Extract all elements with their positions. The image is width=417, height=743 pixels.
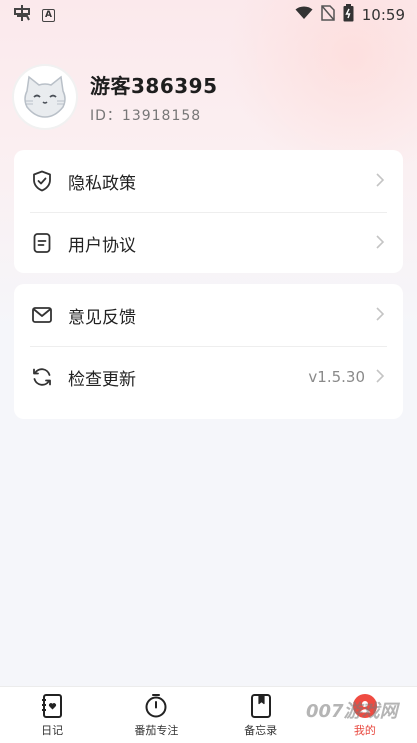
tab-label: 日记 bbox=[41, 724, 64, 737]
app-version: v1.5.30 bbox=[308, 368, 365, 386]
chevron-right-icon bbox=[376, 369, 385, 383]
tab-pomodoro[interactable]: 番茄专注 bbox=[104, 687, 208, 743]
document-icon bbox=[30, 231, 54, 255]
battery-icon bbox=[343, 4, 354, 26]
menu-item-label: 用户协议 bbox=[68, 235, 136, 256]
status-time: 10:59 bbox=[361, 6, 405, 24]
menu-item-user-agreement[interactable]: 用户协议 bbox=[14, 212, 403, 274]
tab-memo[interactable]: 备忘录 bbox=[209, 687, 313, 743]
shield-check-icon bbox=[30, 169, 54, 193]
cat-avatar-icon bbox=[24, 75, 66, 118]
chevron-right-icon bbox=[376, 235, 385, 249]
tab-label: 番茄专注 bbox=[134, 724, 179, 737]
profile-header[interactable]: 游客386395 ID：13918158 bbox=[14, 64, 218, 130]
tab-diary[interactable]: 日记 bbox=[0, 687, 104, 743]
settings-card-legal: 隐私政策 用户协议 bbox=[14, 150, 403, 273]
chevron-right-icon bbox=[376, 173, 385, 187]
refresh-icon bbox=[30, 365, 54, 389]
mail-icon bbox=[30, 303, 54, 327]
timer-icon bbox=[143, 693, 169, 719]
diary-icon bbox=[39, 693, 65, 719]
tab-label: 我的 bbox=[353, 724, 376, 737]
user-id: ID：13918158 bbox=[90, 107, 202, 124]
memo-icon bbox=[248, 693, 274, 719]
chevron-right-icon bbox=[376, 307, 385, 321]
no-sim-icon bbox=[321, 5, 335, 25]
avatar[interactable] bbox=[14, 66, 76, 128]
tab-label: 备忘录 bbox=[244, 724, 278, 737]
menu-item-label: 意见反馈 bbox=[68, 307, 136, 328]
menu-item-label: 隐私政策 bbox=[68, 173, 136, 194]
username: 游客386395 bbox=[90, 73, 218, 98]
menu-item-check-update[interactable]: 检查更新 v1.5.30 bbox=[14, 346, 403, 408]
app-notification-icon bbox=[12, 4, 32, 26]
status-bar: A 10:59 bbox=[0, 0, 417, 30]
watermark-text: 007游戏网 bbox=[306, 701, 398, 722]
wifi-icon bbox=[295, 6, 313, 24]
keyboard-a-icon: A bbox=[42, 8, 55, 22]
menu-item-label: 检查更新 bbox=[68, 369, 136, 390]
settings-card-support: 意见反馈 检查更新 v1.5.30 bbox=[14, 284, 403, 419]
menu-item-feedback[interactable]: 意见反馈 bbox=[14, 284, 403, 346]
menu-item-privacy-policy[interactable]: 隐私政策 bbox=[14, 150, 403, 212]
